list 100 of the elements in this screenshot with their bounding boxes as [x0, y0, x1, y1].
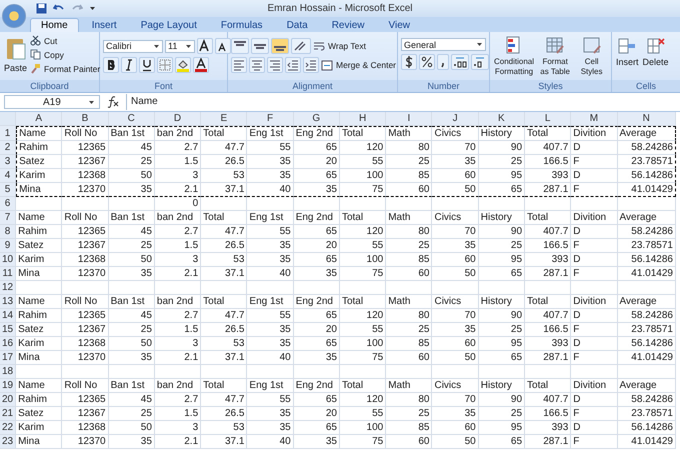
column-header[interactable]: M	[571, 112, 618, 126]
row-header[interactable]: 14	[0, 309, 16, 323]
align-top-icon[interactable]	[231, 38, 249, 54]
number-format-field[interactable]: General	[401, 38, 486, 51]
align-bottom-icon[interactable]	[271, 38, 289, 54]
row-header[interactable]: 8	[0, 225, 16, 239]
group-label: Font	[100, 80, 227, 92]
column-header[interactable]: A	[16, 112, 62, 126]
formula-field[interactable]: Name	[126, 94, 680, 110]
merge-center-button[interactable]: Merge & Center	[321, 58, 396, 72]
caret-icon[interactable]	[89, 5, 96, 12]
column-header[interactable]: E	[201, 112, 248, 126]
wrap-text-button[interactable]: Wrap Text	[313, 40, 366, 52]
row-header[interactable]: 20	[0, 393, 16, 407]
column-header[interactable]: N	[618, 112, 676, 126]
name-box[interactable]: A19	[4, 95, 100, 109]
ribbon-tab[interactable]: Home	[30, 18, 79, 32]
column-header[interactable]: B	[62, 112, 109, 126]
row-header[interactable]: 4	[0, 169, 16, 183]
table-cell: 3	[192, 338, 198, 349]
ribbon-tab[interactable]: Insert	[80, 18, 128, 32]
column-header[interactable]: L	[525, 112, 572, 126]
row-header[interactable]: 2	[0, 141, 16, 155]
column-header[interactable]: G	[294, 112, 340, 126]
row-header[interactable]: 23	[0, 435, 16, 449]
table-cell: 58.24286	[631, 310, 673, 321]
paste-button[interactable]: Paste	[3, 34, 28, 75]
delete-cells-button[interactable]: Delete	[642, 34, 670, 69]
row-header[interactable]: 21	[0, 407, 16, 421]
row-header[interactable]: 16	[0, 337, 16, 351]
column-header[interactable]: D	[154, 112, 202, 126]
font-color-icon[interactable]	[193, 57, 209, 73]
align-left-icon[interactable]	[231, 57, 247, 73]
row-header[interactable]: 5	[0, 183, 16, 197]
row-header[interactable]: 6	[0, 197, 16, 211]
align-center-icon[interactable]	[249, 57, 265, 73]
grow-font-icon[interactable]	[197, 38, 213, 54]
format-painter-button[interactable]: Format Painter	[30, 62, 100, 75]
decrease-decimal-icon[interactable]	[471, 54, 489, 70]
row-header[interactable]: 15	[0, 323, 16, 337]
table-cell: 65	[326, 142, 337, 153]
row-header[interactable]: 7	[0, 211, 16, 225]
column-header[interactable]: K	[478, 112, 526, 126]
table-cell: Total	[342, 380, 364, 391]
row-header[interactable]: 11	[0, 267, 16, 281]
row-header[interactable]: 22	[0, 421, 16, 435]
conditional-formatting-button[interactable]: Conditional Formatting	[493, 34, 536, 79]
increase-indent-icon[interactable]	[303, 57, 319, 73]
ribbon-tab[interactable]: Formulas	[210, 18, 274, 32]
row-header[interactable]: 10	[0, 253, 16, 267]
column-header[interactable]: C	[108, 112, 155, 126]
cut-button[interactable]: Cut	[30, 34, 100, 47]
row-header[interactable]: 18	[0, 365, 16, 379]
shrink-font-icon[interactable]	[215, 38, 231, 54]
table-cell: 2.7	[184, 226, 198, 237]
decrease-indent-icon[interactable]	[285, 57, 301, 73]
table-cell: Total	[527, 128, 548, 139]
row-header[interactable]: 17	[0, 351, 16, 365]
bold-icon[interactable]	[103, 57, 119, 73]
table-cell: 56.14286	[631, 422, 673, 433]
table-cell: 25	[510, 240, 522, 251]
row-header[interactable]: 13	[0, 295, 16, 309]
cell-styles-button[interactable]: Cell Styles	[575, 34, 608, 79]
orientation-icon[interactable]	[291, 38, 311, 54]
row-header[interactable]: 12	[0, 281, 16, 295]
ribbon-tab[interactable]: Data	[276, 18, 319, 32]
column-header[interactable]: J	[432, 112, 479, 126]
row-header[interactable]: 3	[0, 155, 16, 169]
column-header[interactable]: H	[340, 112, 386, 126]
table-cell: 287.1	[543, 352, 568, 363]
font-size-field[interactable]: 11	[165, 40, 195, 52]
italic-icon[interactable]	[121, 57, 137, 73]
font-family-field[interactable]: Calibri	[103, 40, 163, 52]
fill-color-icon[interactable]	[175, 57, 191, 73]
row-header[interactable]: 1	[0, 126, 16, 141]
table-cell: 1.5	[184, 408, 198, 419]
currency-icon[interactable]	[401, 54, 417, 70]
table-cell: Divition	[573, 296, 606, 307]
align-right-icon[interactable]	[267, 57, 283, 73]
row-header[interactable]: 19	[0, 379, 16, 393]
underline-icon[interactable]	[139, 57, 155, 73]
align-middle-icon[interactable]	[251, 38, 269, 54]
row-header[interactable]: 9	[0, 239, 16, 253]
office-button[interactable]	[2, 4, 26, 28]
format-as-table-button[interactable]: Format as Table	[537, 34, 574, 79]
column-header[interactable]: I	[386, 112, 432, 126]
increase-decimal-icon[interactable]	[451, 54, 469, 70]
copy-button[interactable]: Copy	[30, 48, 100, 61]
comma-style-icon[interactable]	[437, 54, 449, 70]
table-cell: 35	[140, 268, 152, 279]
ribbon-tab[interactable]: Review	[320, 18, 376, 32]
insert-function-icon[interactable]	[106, 96, 120, 108]
ribbon-tab[interactable]: View	[377, 18, 421, 32]
table-cell: 45	[140, 142, 152, 153]
save-icon[interactable]	[36, 3, 47, 14]
insert-cells-button[interactable]: Insert	[615, 34, 640, 69]
ribbon-tab[interactable]: Page Layout	[130, 18, 208, 32]
borders-icon[interactable]	[157, 57, 173, 73]
percent-icon[interactable]	[419, 54, 435, 70]
column-header[interactable]: F	[247, 112, 294, 126]
